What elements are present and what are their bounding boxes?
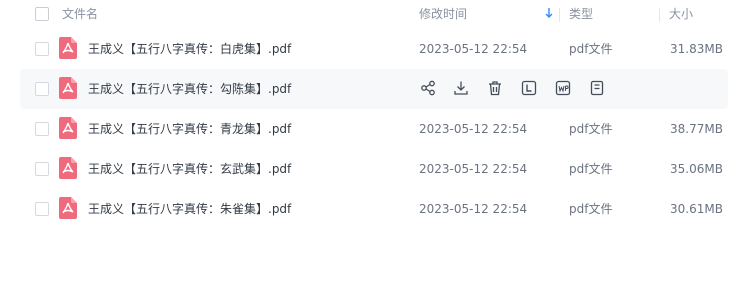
- pdf-file-icon: [59, 117, 77, 139]
- pdf-file-icon: [59, 37, 77, 59]
- file-type: pdf文件: [569, 42, 613, 56]
- file-name[interactable]: 王成义【五行八字真传：青龙集】.pdf: [88, 121, 291, 137]
- share-icon[interactable]: [420, 80, 436, 96]
- file-row[interactable]: 王成义【五行八字真传：玄武集】.pdf 2023-05-12 22:54 pdf…: [20, 149, 728, 189]
- row-checkbox[interactable]: [35, 122, 49, 136]
- file-size: 35.06MB: [670, 162, 723, 176]
- file-type: pdf文件: [569, 162, 613, 176]
- file-modified-date: 2023-05-12 22:54: [419, 202, 528, 216]
- document-icon[interactable]: [589, 80, 605, 96]
- column-header-size[interactable]: 大小: [669, 7, 693, 21]
- pdf-file-icon: [59, 157, 77, 179]
- column-header-name[interactable]: 文件名: [62, 7, 98, 21]
- download-icon[interactable]: [453, 80, 469, 96]
- column-divider: [559, 8, 560, 22]
- file-row[interactable]: 王成义【五行八字真传：白虎集】.pdf 2023-05-12 22:54 pdf…: [20, 29, 728, 69]
- column-header-type[interactable]: 类型: [569, 7, 593, 21]
- row-checkbox[interactable]: [35, 202, 49, 216]
- file-size: 30.61MB: [670, 202, 723, 216]
- file-row[interactable]: 王成义【五行八字真传：青龙集】.pdf 2023-05-12 22:54 pdf…: [20, 109, 728, 149]
- file-modified-date: 2023-05-12 22:54: [419, 42, 528, 56]
- pdf-file-icon: [59, 197, 77, 219]
- video-icon[interactable]: [555, 80, 571, 96]
- file-row[interactable]: 王成义【五行八字真传：朱雀集】.pdf 2023-05-12 22:54 pdf…: [20, 189, 728, 229]
- column-header-modified[interactable]: 修改时间: [419, 7, 467, 21]
- file-type: pdf文件: [569, 122, 613, 136]
- file-list-header: 文件名 修改时间 类型 大小: [0, 0, 748, 29]
- file-size: 31.83MB: [670, 42, 723, 56]
- file-modified-date: 2023-05-12 22:54: [419, 162, 528, 176]
- file-type: pdf文件: [569, 202, 613, 216]
- row-checkbox[interactable]: [35, 42, 49, 56]
- file-name[interactable]: 王成义【五行八字真传：勾陈集】.pdf: [88, 81, 291, 97]
- file-modified-date: 2023-05-12 22:54: [419, 122, 528, 136]
- file-size: 38.77MB: [670, 122, 723, 136]
- column-divider: [659, 8, 660, 22]
- file-name[interactable]: 王成义【五行八字真传：白虎集】.pdf: [88, 41, 291, 57]
- select-all-checkbox[interactable]: [35, 7, 49, 21]
- row-checkbox[interactable]: [35, 82, 49, 96]
- sort-desc-icon[interactable]: [544, 6, 554, 20]
- file-name[interactable]: 王成义【五行八字真传：玄武集】.pdf: [88, 161, 291, 177]
- file-row-hovered[interactable]: 王成义【五行八字真传：勾陈集】.pdf: [20, 69, 728, 109]
- delete-icon[interactable]: [487, 80, 503, 96]
- lock-icon[interactable]: [521, 80, 537, 96]
- file-name[interactable]: 王成义【五行八字真传：朱雀集】.pdf: [88, 201, 291, 217]
- row-checkbox[interactable]: [35, 162, 49, 176]
- pdf-file-icon: [59, 77, 77, 99]
